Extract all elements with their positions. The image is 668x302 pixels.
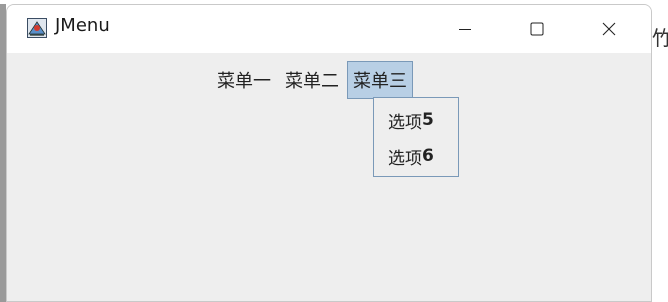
minimize-icon bbox=[459, 29, 471, 30]
menu-item-label: 选项 bbox=[388, 148, 422, 169]
maximize-icon bbox=[530, 22, 544, 36]
menu-1[interactable]: 菜单一 bbox=[211, 61, 277, 99]
menu-3[interactable]: 菜单三 bbox=[347, 61, 413, 99]
close-icon bbox=[602, 22, 616, 36]
menu-bar: 菜单一 菜单二 菜单三 bbox=[211, 61, 415, 99]
menu-2[interactable]: 菜单二 bbox=[279, 61, 345, 99]
maximize-button[interactable] bbox=[501, 5, 573, 53]
close-button[interactable] bbox=[573, 5, 645, 53]
window-content: 菜单一 菜单二 菜单三 bbox=[7, 53, 651, 301]
menu-item-label: 选项 bbox=[388, 112, 422, 133]
background-text-fragment: 竹 bbox=[652, 26, 668, 50]
menu-3-dropdown: 选项 5 选项 6 bbox=[373, 97, 459, 177]
menu-item-number: 6 bbox=[422, 146, 434, 166]
title-bar[interactable]: JMenu bbox=[7, 5, 651, 53]
java-app-icon bbox=[27, 18, 47, 38]
menu-item-option-5[interactable]: 选项 5 bbox=[374, 102, 458, 138]
app-window: JMenu 菜单一 菜单二 菜单三 选项 5 选项 6 bbox=[6, 4, 652, 302]
minimize-button[interactable] bbox=[429, 5, 501, 53]
window-title: JMenu bbox=[55, 15, 110, 36]
menu-item-number: 5 bbox=[422, 110, 434, 130]
menu-item-option-6[interactable]: 选项 6 bbox=[374, 138, 458, 174]
